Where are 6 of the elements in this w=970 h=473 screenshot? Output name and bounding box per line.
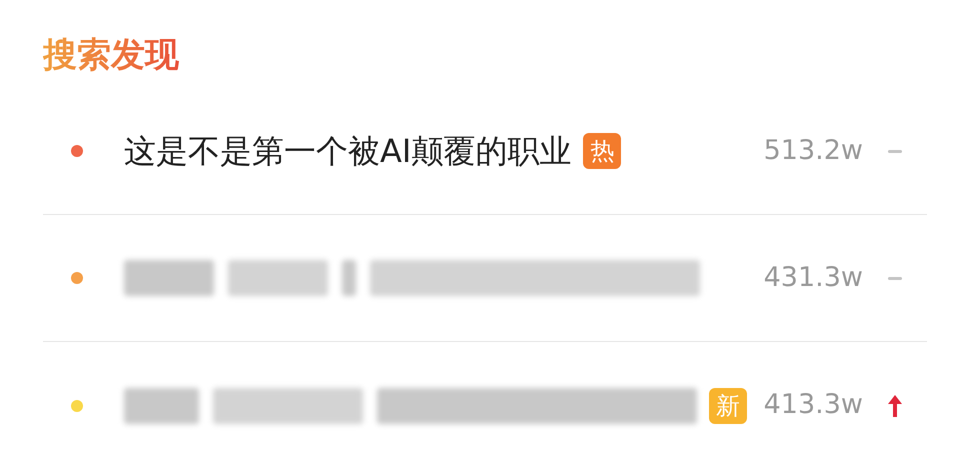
search-count: 431.3w: [762, 260, 863, 295]
tag-badge: 新: [709, 388, 747, 424]
search-count: 413.3w: [762, 388, 863, 422]
tag-badge: 热: [583, 133, 622, 169]
trend-title[interactable]: 这是不是第一个被AI颠覆的职业: [124, 127, 572, 175]
search-count: 513.2w: [762, 134, 863, 168]
